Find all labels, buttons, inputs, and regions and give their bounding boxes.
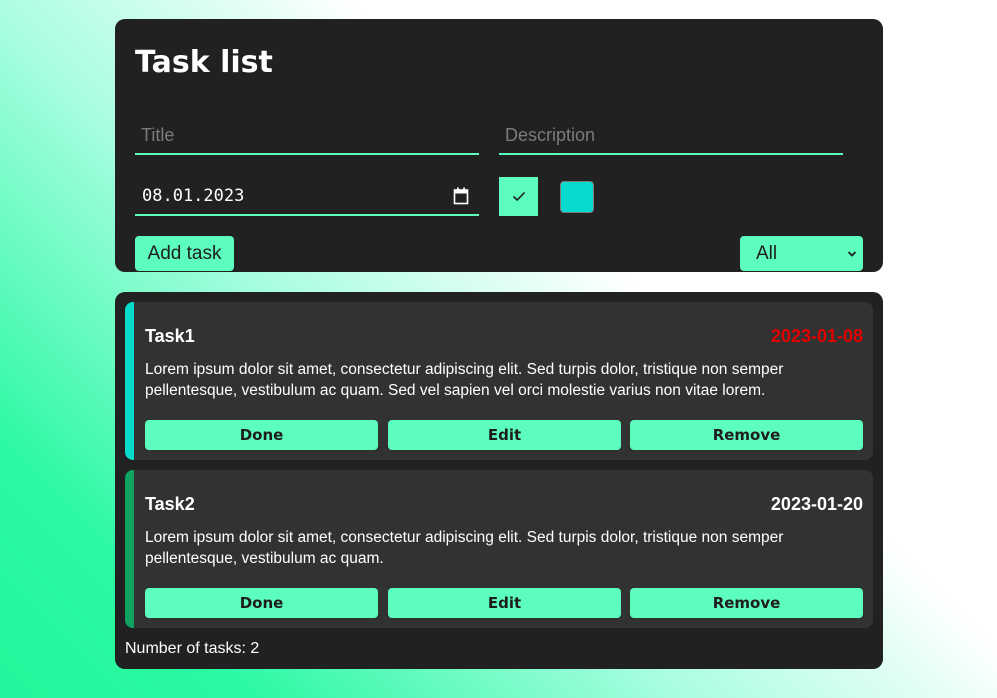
calendar-icon[interactable] [453, 187, 469, 205]
description-input[interactable] [499, 117, 843, 155]
color-picker[interactable] [560, 181, 594, 213]
filter-select[interactable]: All [740, 236, 863, 271]
check-icon [512, 191, 525, 202]
task-description: Lorem ipsum dolor sit amet, consectetur … [145, 529, 784, 567]
task-list-panel: Task1 2023-01-08 Lorem ipsum dolor sit a… [115, 292, 883, 669]
add-task-button[interactable]: Add task [135, 236, 234, 271]
task-card: Task1 2023-01-08 Lorem ipsum dolor sit a… [125, 302, 873, 460]
completed-checkbox[interactable] [499, 177, 538, 216]
edit-button[interactable]: Edit [388, 420, 621, 450]
date-value: 08.01.2023 [142, 186, 245, 206]
chevron-down-icon [847, 251, 857, 257]
remove-button[interactable]: Remove [630, 588, 863, 618]
task-count-value: 2 [250, 640, 260, 657]
done-button[interactable]: Done [145, 588, 378, 618]
task-form-panel: Task list 08.01.2023 Add task All [115, 19, 883, 272]
task-count-label: Number of tasks: [125, 640, 246, 657]
task-date: 2023-01-20 [770, 494, 863, 514]
date-input[interactable]: 08.01.2023 [135, 177, 479, 216]
task-title: Task2 [145, 494, 195, 514]
edit-button[interactable]: Edit [388, 588, 621, 618]
remove-button[interactable]: Remove [630, 420, 863, 450]
page-title: Task list [135, 45, 273, 80]
task-card: Task2 2023-01-20 Lorem ipsum dolor sit a… [125, 470, 873, 628]
title-input[interactable] [135, 117, 479, 155]
filter-selected-value: All [756, 243, 778, 264]
task-date: 2023-01-08 [770, 326, 863, 346]
task-description: Lorem ipsum dolor sit amet, consectetur … [145, 361, 784, 399]
task-count: Number of tasks: 2 [125, 640, 259, 658]
task-color-accent [125, 302, 134, 460]
task-title: Task1 [145, 326, 195, 346]
done-button[interactable]: Done [145, 420, 378, 450]
task-color-accent [125, 470, 134, 628]
